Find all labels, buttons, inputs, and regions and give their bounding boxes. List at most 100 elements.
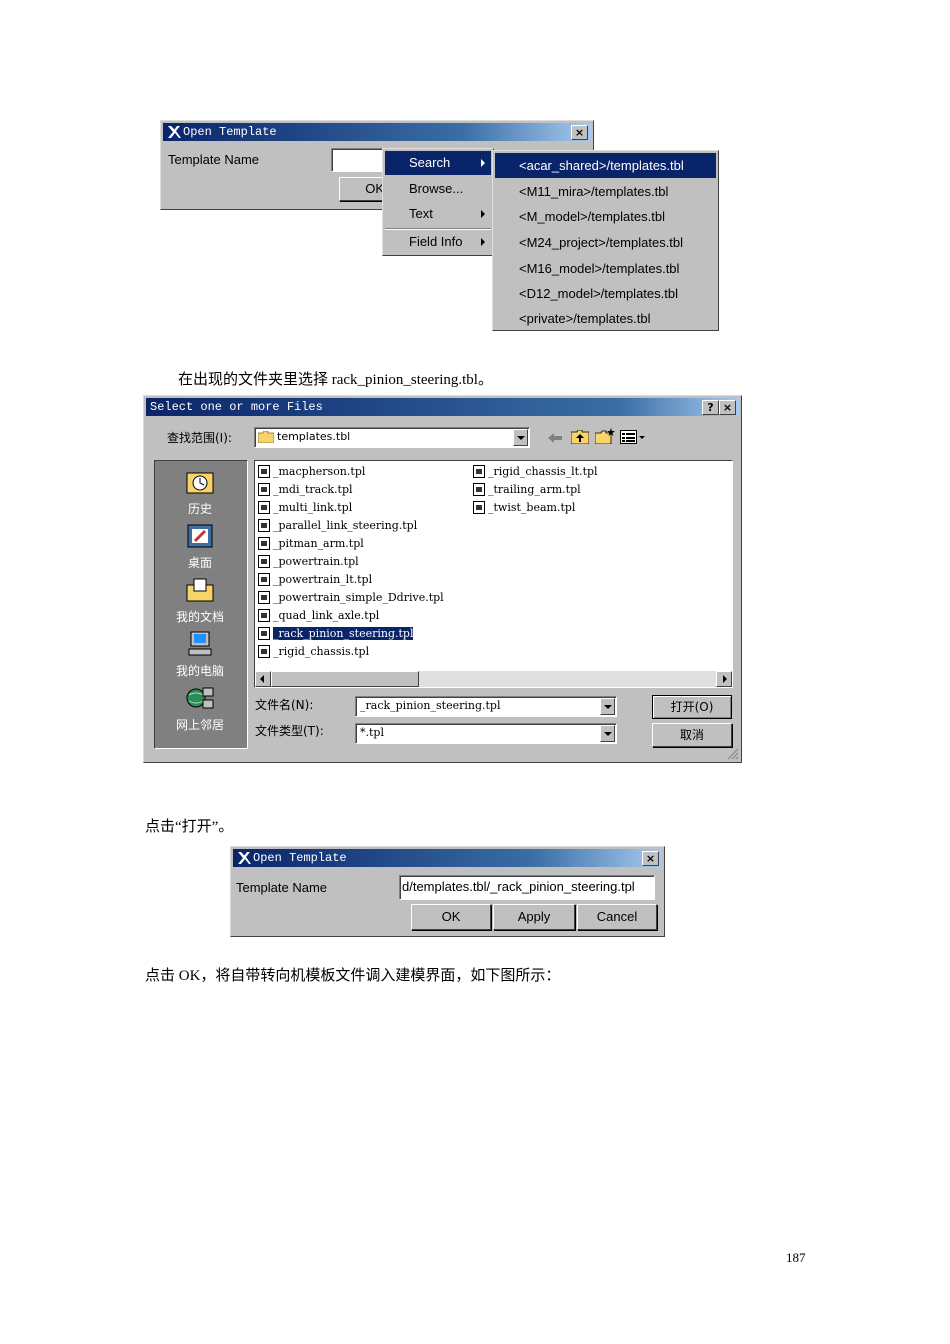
dialog-title: Select one or more Files [150,400,323,414]
submenu-item-label: <M16_model>/templates.tbl [519,261,680,276]
file-list[interactable]: _macpherson.tpl _mdi_track.tpl _multi_li… [254,460,733,688]
places-history[interactable]: 历史 [155,469,245,517]
submenu-item-label: <M_model>/templates.tbl [519,209,665,224]
filename-input[interactable]: _rack_pinion_steering.tpl [355,696,617,717]
list-item[interactable]: _twist_beam.tpl [473,499,575,516]
template-file-icon [258,555,270,568]
dropdown-arrow-icon[interactable] [600,698,615,715]
instruction-text-2: 点击“打开”。 [145,819,234,835]
file-name: _powertrain.tpl [273,555,359,568]
list-item[interactable]: _powertrain_lt.tpl [258,571,372,588]
cancel-button-label: Cancel [596,909,638,924]
horizontal-scrollbar[interactable] [255,671,732,687]
list-item[interactable]: _powertrain.tpl [258,553,359,570]
up-folder-icon[interactable] [571,430,589,444]
menu-item-text[interactable]: Text [385,202,491,226]
list-item[interactable]: _rigid_chassis.tpl [258,643,369,660]
apply-button[interactable]: Apply [493,904,575,930]
places-my-computer-label: 我的电脑 [175,664,224,678]
back-arrow-icon[interactable] [547,432,563,444]
submenu-item[interactable]: <private>/templates.tbl [495,307,716,330]
list-item[interactable]: _rigid_chassis_lt.tpl [473,463,598,480]
instruction-text-3: 点击 OK，将自带转向机模板文件调入建模界面，如下图所示： [145,968,561,984]
template-name-input[interactable]: d/templates.tbl/_rack_pinion_steering.tp… [399,875,655,900]
template-file-icon [258,483,270,496]
places-my-computer[interactable]: 我的电脑 [155,631,245,679]
close-button[interactable]: × [719,400,736,415]
ok-button[interactable]: OK [339,177,387,201]
template-file-icon [473,483,485,496]
submenu-item[interactable]: <acar_shared>/templates.tbl [495,153,716,178]
app-logo-icon [168,126,181,138]
page-number: 187 [786,1250,806,1265]
select-files-dialog: Select one or more Files ? × 查找范围(I): te… [143,395,742,763]
look-in-value: templates.tbl [277,430,351,443]
scroll-right-button[interactable] [716,671,732,687]
close-button[interactable]: × [642,851,659,866]
places-desktop-label: 桌面 [187,556,212,570]
file-name: _quad_link_axle.tpl [273,609,380,622]
submenu-arrow-icon [481,159,485,167]
menu-item-browse[interactable]: Browse... [385,177,491,201]
view-menu-icon[interactable] [620,430,646,444]
apply-button-label: Apply [517,909,551,924]
app-logo-icon [238,852,251,864]
history-icon [186,472,214,494]
file-name: _multi_link.tpl [273,501,353,514]
template-name-value: d/templates.tbl/_rack_pinion_steering.tp… [402,879,635,894]
dropdown-arrow-icon[interactable] [600,725,615,742]
template-file-icon [473,465,485,478]
menu-item-text-label: Text [409,206,433,221]
filetype-dropdown[interactable]: *.tpl [355,723,617,744]
cancel-button[interactable]: 取消 [652,723,732,747]
submenu-item[interactable]: <M24_project>/templates.tbl [495,230,716,255]
submenu-item[interactable]: <M11_mira>/templates.tbl [495,179,716,204]
help-button[interactable]: ? [702,400,719,415]
instruction-text-1: 在出现的文件夹里选择 rack_pinion_steering.tbl。 [178,372,493,388]
dropdown-arrow-icon[interactable] [513,429,528,446]
places-network[interactable]: 网上邻居 [155,685,245,733]
file-name: _powertrain_simple_Ddrive.tpl [273,591,444,604]
look-in-dropdown[interactable]: templates.tbl [254,427,530,448]
close-button[interactable]: × [571,125,588,140]
scroll-thumb[interactable] [271,671,419,687]
template-name-label: Template Name [168,152,260,167]
file-name: _parallel_link_steering.tpl [273,519,418,532]
menu-item-search[interactable]: Search [385,151,491,175]
template-file-icon [473,501,485,514]
places-my-documents[interactable]: 我的文档 [155,577,245,625]
list-item[interactable]: _parallel_link_steering.tpl [258,517,417,534]
open-button-label: 打开(O) [670,700,714,714]
cancel-button[interactable]: Cancel [577,904,657,930]
places-desktop[interactable]: 桌面 [155,523,245,571]
file-name: _rack_pinion_steering.tpl [271,626,415,641]
places-history-label: 历史 [187,502,212,516]
dialog-title: Open Template [253,851,347,865]
list-item[interactable]: _quad_link_axle.tpl [258,607,379,624]
resize-grip-icon[interactable] [727,748,739,760]
ok-button[interactable]: OK [411,904,491,930]
scroll-left-arrow-icon [260,675,264,683]
template-file-icon [258,591,270,604]
submenu-item[interactable]: <M_model>/templates.tbl [495,204,716,229]
list-item[interactable]: _powertrain_simple_Ddrive.tpl [258,589,444,606]
submenu-item[interactable]: <D12_model>/templates.tbl [495,281,716,306]
list-item[interactable]: _trailing_arm.tpl [473,481,581,498]
open-template-dialog-2: Open Template × Template Name d/template… [230,846,665,937]
list-item[interactable]: _mdi_track.tpl [258,481,353,498]
template-name-label: Template Name [236,880,328,895]
template-file-icon [258,645,270,658]
list-item[interactable]: _macpherson.tpl [258,463,365,480]
scroll-left-button[interactable] [255,671,271,687]
menu-item-field-info[interactable]: Field Info [385,230,491,254]
submenu-item[interactable]: <M16_model>/templates.tbl [495,256,716,281]
places-network-label: 网上邻居 [175,718,224,732]
submenu-item-label: <D12_model>/templates.tbl [519,286,678,301]
open-button[interactable]: 打开(O) [652,695,732,719]
desktop-icon [187,524,213,548]
list-item[interactable]: _pitman_arm.tpl [258,535,364,552]
list-item-selected[interactable]: _rack_pinion_steering.tpl [258,625,415,642]
new-folder-icon[interactable] [595,428,615,444]
filetype-label: 文件类型(T): [255,724,324,738]
list-item[interactable]: _multi_link.tpl [258,499,352,516]
